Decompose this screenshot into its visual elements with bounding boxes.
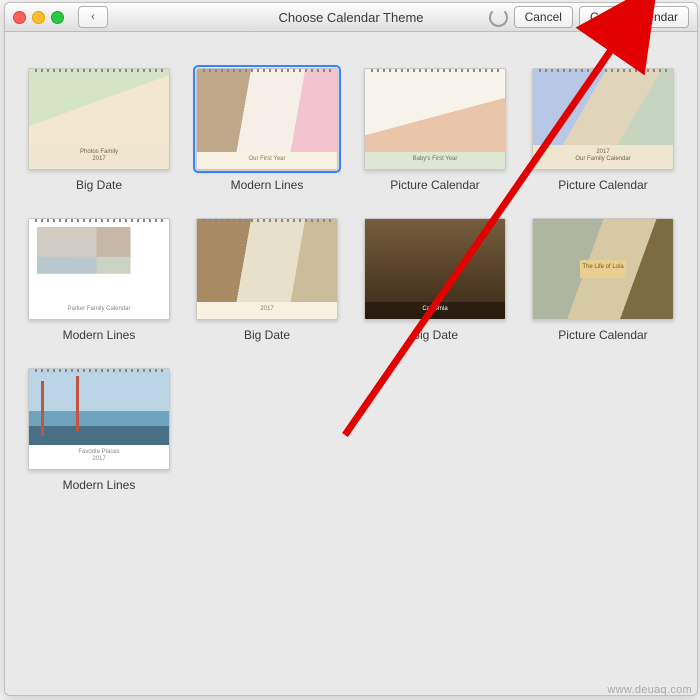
back-button[interactable]: ‹ bbox=[78, 6, 108, 28]
theme-item[interactable]: Baby's First Year Picture Calendar bbox=[361, 68, 509, 192]
theme-caption-strip: Parker Family Calendar bbox=[29, 302, 169, 319]
theme-photo bbox=[365, 69, 505, 152]
theme-thumbnail: California bbox=[364, 218, 506, 320]
theme-photo bbox=[197, 219, 337, 302]
theme-caption-line2: 2017 bbox=[31, 156, 167, 163]
theme-caption-line1: Baby's First Year bbox=[367, 156, 503, 163]
theme-item[interactable]: Our First Year Modern Lines bbox=[193, 68, 341, 192]
minimize-window-button[interactable] bbox=[32, 11, 45, 24]
spiral-binding-icon bbox=[35, 368, 163, 372]
theme-caption-line1: 2017 bbox=[199, 306, 335, 313]
theme-caption-strip: 2017 bbox=[197, 302, 337, 319]
theme-caption-line2: Our Family Calendar bbox=[535, 156, 671, 163]
loading-spinner-icon bbox=[489, 8, 508, 27]
theme-photo bbox=[197, 69, 337, 152]
theme-caption-strip: The Life of Lola bbox=[580, 260, 625, 277]
theme-photo bbox=[29, 69, 169, 145]
theme-thumbnail: Baby's First Year bbox=[364, 68, 506, 170]
theme-label: Modern Lines bbox=[25, 478, 173, 492]
spiral-binding-icon bbox=[35, 68, 163, 72]
theme-item[interactable]: Parker Family Calendar Modern Lines bbox=[25, 218, 173, 342]
theme-caption-strip: Baby's First Year bbox=[365, 152, 505, 169]
theme-caption-line1: 2017 bbox=[535, 149, 671, 156]
theme-caption-strip: California bbox=[365, 302, 505, 319]
theme-label: Big Date bbox=[25, 178, 173, 192]
theme-label: Picture Calendar bbox=[361, 178, 509, 192]
theme-label: Big Date bbox=[361, 328, 509, 342]
theme-chooser-window: ‹ Choose Calendar Theme Cancel Create Ca… bbox=[4, 2, 698, 696]
theme-caption-line1: Photos Family bbox=[31, 149, 167, 156]
spiral-binding-icon bbox=[203, 218, 331, 222]
watermark: www.deuaq.com bbox=[607, 684, 692, 696]
toolbar-right: Cancel Create Calendar bbox=[489, 6, 689, 28]
theme-item[interactable]: Photos Family2017 Big Date bbox=[25, 68, 173, 192]
theme-photo: California bbox=[365, 219, 505, 319]
cancel-button[interactable]: Cancel bbox=[514, 6, 573, 28]
theme-caption-strip: Our First Year bbox=[197, 152, 337, 169]
spiral-binding-icon bbox=[203, 68, 331, 72]
theme-caption-strip: Favorite Places2017 bbox=[29, 445, 169, 469]
zoom-window-button[interactable] bbox=[51, 11, 64, 24]
spiral-binding-icon bbox=[539, 68, 667, 72]
theme-caption-line1: California bbox=[367, 306, 503, 313]
chevron-left-icon: ‹ bbox=[91, 11, 95, 23]
theme-item[interactable]: California Big Date bbox=[361, 218, 509, 342]
theme-caption-line1: Favorite Places bbox=[31, 449, 167, 456]
theme-photo bbox=[29, 219, 169, 302]
theme-item[interactable]: 2017 Big Date bbox=[193, 218, 341, 342]
window-controls bbox=[13, 11, 64, 24]
theme-caption-strip: Photos Family2017 bbox=[29, 145, 169, 169]
theme-thumbnail: Parker Family Calendar bbox=[28, 218, 170, 320]
close-window-button[interactable] bbox=[13, 11, 26, 24]
theme-grid-area: Photos Family2017Big DateOur First YearM… bbox=[5, 32, 697, 695]
theme-item[interactable]: 2017Our Family Calendar Picture Calendar bbox=[529, 68, 677, 192]
theme-caption-line1: Parker Family Calendar bbox=[31, 306, 167, 313]
theme-thumbnail: 2017 bbox=[196, 218, 338, 320]
theme-caption-line2: 2017 bbox=[31, 456, 167, 463]
theme-caption-strip: 2017Our Family Calendar bbox=[533, 145, 673, 169]
spiral-binding-icon bbox=[35, 218, 163, 222]
theme-photo bbox=[533, 69, 673, 145]
theme-caption-line1: The Life of Lola bbox=[582, 264, 623, 271]
window-title: Choose Calendar Theme bbox=[278, 10, 423, 25]
theme-label: Modern Lines bbox=[193, 178, 341, 192]
theme-caption-line1: Our First Year bbox=[199, 156, 335, 163]
theme-label: Modern Lines bbox=[25, 328, 173, 342]
theme-label: Picture Calendar bbox=[529, 328, 677, 342]
theme-thumbnail: Favorite Places2017 bbox=[28, 368, 170, 470]
theme-photo: The Life of Lola bbox=[533, 219, 673, 319]
theme-photo bbox=[29, 369, 169, 445]
theme-thumbnail: Our First Year bbox=[196, 68, 338, 170]
theme-item[interactable]: Favorite Places2017 Modern Lines bbox=[25, 368, 173, 492]
theme-item[interactable]: The Life of Lola Picture Calendar bbox=[529, 218, 677, 342]
theme-label: Big Date bbox=[193, 328, 341, 342]
theme-thumbnail: Photos Family2017 bbox=[28, 68, 170, 170]
theme-label: Picture Calendar bbox=[529, 178, 677, 192]
spiral-binding-icon bbox=[371, 68, 499, 72]
create-calendar-button[interactable]: Create Calendar bbox=[579, 6, 689, 28]
theme-thumbnail: 2017Our Family Calendar bbox=[532, 68, 674, 170]
theme-thumbnail: The Life of Lola bbox=[532, 218, 674, 320]
titlebar: ‹ Choose Calendar Theme Cancel Create Ca… bbox=[5, 3, 697, 32]
